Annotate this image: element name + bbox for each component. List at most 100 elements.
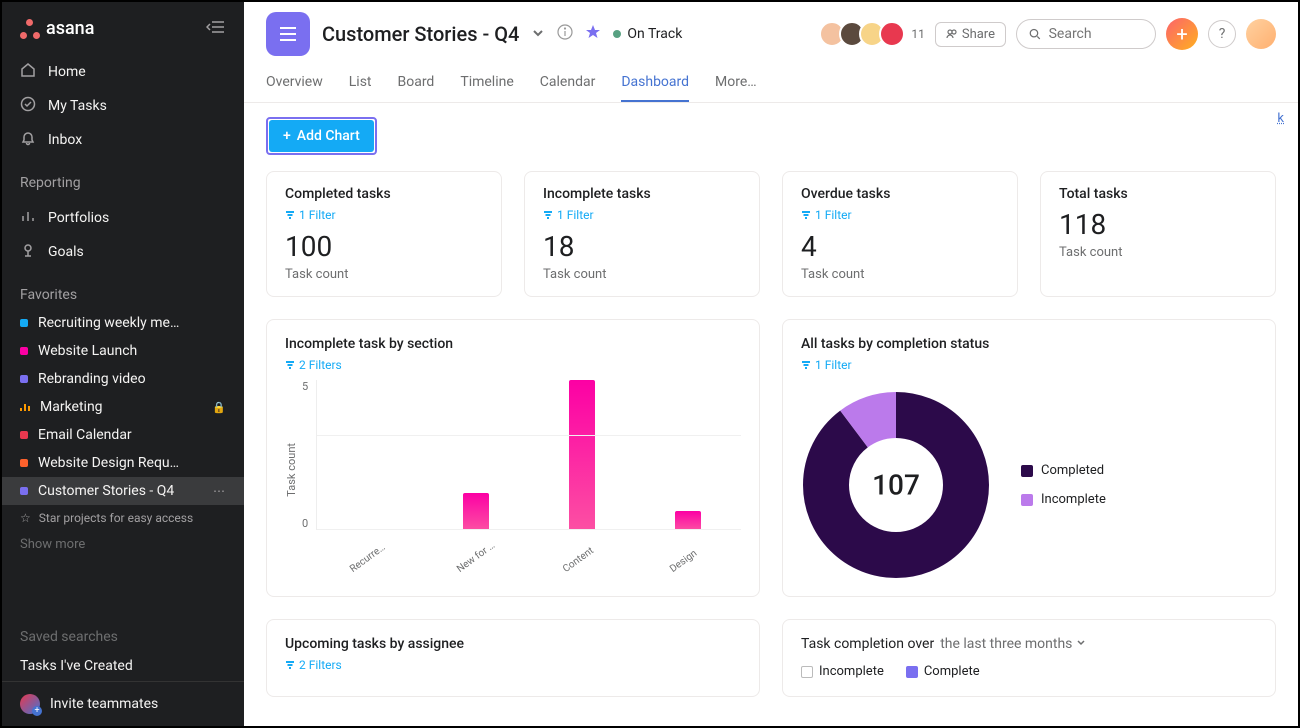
chart-title: Incomplete task by section bbox=[285, 336, 741, 352]
nav-label: Inbox bbox=[48, 132, 82, 148]
chart-filter[interactable]: 2 Filters bbox=[285, 658, 741, 672]
bar bbox=[675, 511, 701, 530]
tab-more[interactable]: More… bbox=[715, 66, 757, 102]
sidebar-collapse-icon[interactable] bbox=[206, 19, 226, 39]
favorite-item[interactable]: Customer Stories - Q4 ⋯ bbox=[2, 477, 244, 505]
chevron-down-icon[interactable] bbox=[531, 25, 545, 44]
project-color-icon bbox=[20, 459, 28, 467]
show-more[interactable]: Show more bbox=[2, 531, 244, 558]
help-button[interactable]: ? bbox=[1208, 20, 1236, 48]
search-box[interactable] bbox=[1016, 19, 1156, 49]
nav-goals[interactable]: Goals bbox=[2, 235, 244, 269]
chart-icon bbox=[20, 402, 30, 412]
brand-logo[interactable]: asana bbox=[20, 18, 94, 39]
tab-overview[interactable]: Overview bbox=[266, 66, 323, 102]
favorite-label: Customer Stories - Q4 bbox=[38, 483, 174, 499]
ytick: 0 bbox=[302, 517, 308, 530]
tab-timeline[interactable]: Timeline bbox=[460, 66, 513, 102]
time-range-selector[interactable]: the last three months bbox=[940, 636, 1086, 652]
upcoming-chart-card: Upcoming tasks by assignee 2 Filters bbox=[266, 619, 760, 697]
global-add-button[interactable]: + bbox=[1166, 18, 1198, 50]
stat-sub: Task count bbox=[543, 267, 741, 282]
chart-filter[interactable]: 1 Filter bbox=[801, 358, 1257, 372]
stat-card[interactable]: Completed tasks1 Filter100Task count bbox=[266, 171, 502, 297]
filter-icon bbox=[285, 360, 295, 370]
nav-home[interactable]: Home bbox=[2, 55, 244, 89]
share-button[interactable]: Share bbox=[935, 22, 1006, 47]
stat-sub: Task count bbox=[285, 267, 483, 282]
lock-icon: 🔒 bbox=[212, 401, 226, 414]
filter-icon bbox=[801, 360, 811, 370]
card-filter[interactable]: 1 Filter bbox=[543, 208, 741, 222]
more-icon[interactable]: ⋯ bbox=[213, 484, 226, 498]
chart-title: Task completion over bbox=[801, 636, 934, 652]
range-text: the last three months bbox=[940, 636, 1072, 652]
card-filter[interactable]: 1 Filter bbox=[285, 208, 483, 222]
card-filter[interactable]: 1 Filter bbox=[801, 208, 999, 222]
add-chart-button[interactable]: + Add Chart bbox=[269, 120, 374, 152]
filter-icon bbox=[285, 210, 295, 220]
check-icon bbox=[20, 96, 36, 116]
check-label: Complete bbox=[924, 664, 980, 679]
stat-card[interactable]: Overdue tasks 1 Filter 4 Task count bbox=[782, 171, 1018, 297]
legend-color-icon bbox=[1021, 465, 1033, 477]
favorite-item[interactable]: Website Launch bbox=[2, 337, 244, 365]
favorite-label: Marketing bbox=[40, 399, 103, 415]
nav-label: Home bbox=[48, 64, 86, 80]
check-label: Incomplete bbox=[819, 664, 884, 679]
goal-icon bbox=[20, 242, 36, 262]
stat-label: Incomplete tasks bbox=[543, 186, 741, 202]
member-avatars[interactable]: 11 bbox=[825, 21, 925, 47]
stat-label: Overdue tasks bbox=[801, 186, 999, 202]
legend-label: Completed bbox=[1041, 463, 1104, 478]
favorite-item[interactable]: Rebranding video bbox=[2, 365, 244, 393]
search-input[interactable] bbox=[1049, 26, 1143, 42]
stat-card[interactable]: Total tasks118Task count bbox=[1040, 171, 1276, 297]
filter-icon bbox=[543, 210, 553, 220]
favorite-label: Website Launch bbox=[38, 343, 137, 359]
checkbox-icon bbox=[906, 666, 918, 678]
favorite-label: Email Calendar bbox=[38, 427, 132, 443]
filter-icon bbox=[801, 210, 811, 220]
stat-sub: Task count bbox=[801, 267, 999, 282]
share-label: Share bbox=[962, 27, 995, 42]
saved-searches-label: Saved searches bbox=[2, 611, 244, 651]
tab-dashboard[interactable]: Dashboard bbox=[621, 66, 689, 102]
project-title: Customer Stories - Q4 bbox=[322, 22, 519, 46]
chevron-down-icon bbox=[1076, 638, 1086, 648]
saved-search-item[interactable]: Tasks I've Created bbox=[2, 651, 244, 681]
favorite-item[interactable]: Recruiting weekly me… bbox=[2, 309, 244, 337]
tab-board[interactable]: Board bbox=[398, 66, 435, 102]
tab-list[interactable]: List bbox=[349, 66, 372, 102]
nav-portfolios[interactable]: Portfolios bbox=[2, 201, 244, 235]
donut-chart-card: All tasks by completion status 1 Filter … bbox=[782, 319, 1276, 597]
tab-calendar[interactable]: Calendar bbox=[540, 66, 596, 102]
legend-item: Completed bbox=[1021, 463, 1106, 478]
stat-value: 118 bbox=[1059, 208, 1257, 241]
favorite-item[interactable]: Website Design Requ… bbox=[2, 449, 244, 477]
user-avatar[interactable] bbox=[1246, 19, 1276, 49]
nav-label: My Tasks bbox=[48, 98, 107, 114]
invite-teammates[interactable]: Invite teammates bbox=[2, 681, 244, 726]
invite-label: Invite teammates bbox=[50, 696, 158, 712]
stat-card[interactable]: Incomplete tasks1 Filter18Task count bbox=[524, 171, 760, 297]
favorite-item[interactable]: Marketing 🔒 bbox=[2, 393, 244, 421]
legend-item: Incomplete bbox=[1021, 492, 1106, 507]
completion-chart-card: Task completion over the last three mont… bbox=[782, 619, 1276, 697]
star-icon[interactable] bbox=[585, 24, 601, 44]
stat-value: 4 bbox=[801, 230, 999, 263]
plus-icon: + bbox=[283, 128, 291, 144]
series-toggle[interactable]: Incomplete bbox=[801, 664, 884, 679]
info-icon[interactable] bbox=[557, 24, 573, 44]
nav-check[interactable]: My Tasks bbox=[2, 89, 244, 123]
chart-title: Upcoming tasks by assignee bbox=[285, 636, 741, 652]
series-toggle[interactable]: Complete bbox=[906, 664, 980, 679]
favorite-item[interactable]: Email Calendar bbox=[2, 421, 244, 449]
hint-key[interactable]: k bbox=[1277, 111, 1284, 126]
project-icon[interactable] bbox=[266, 12, 310, 56]
nav-bell[interactable]: Inbox bbox=[2, 123, 244, 157]
project-color-icon bbox=[20, 375, 28, 383]
status-pill[interactable]: On Track bbox=[613, 26, 682, 42]
chart-filter[interactable]: 2 Filters bbox=[285, 358, 741, 372]
bar bbox=[463, 493, 489, 531]
